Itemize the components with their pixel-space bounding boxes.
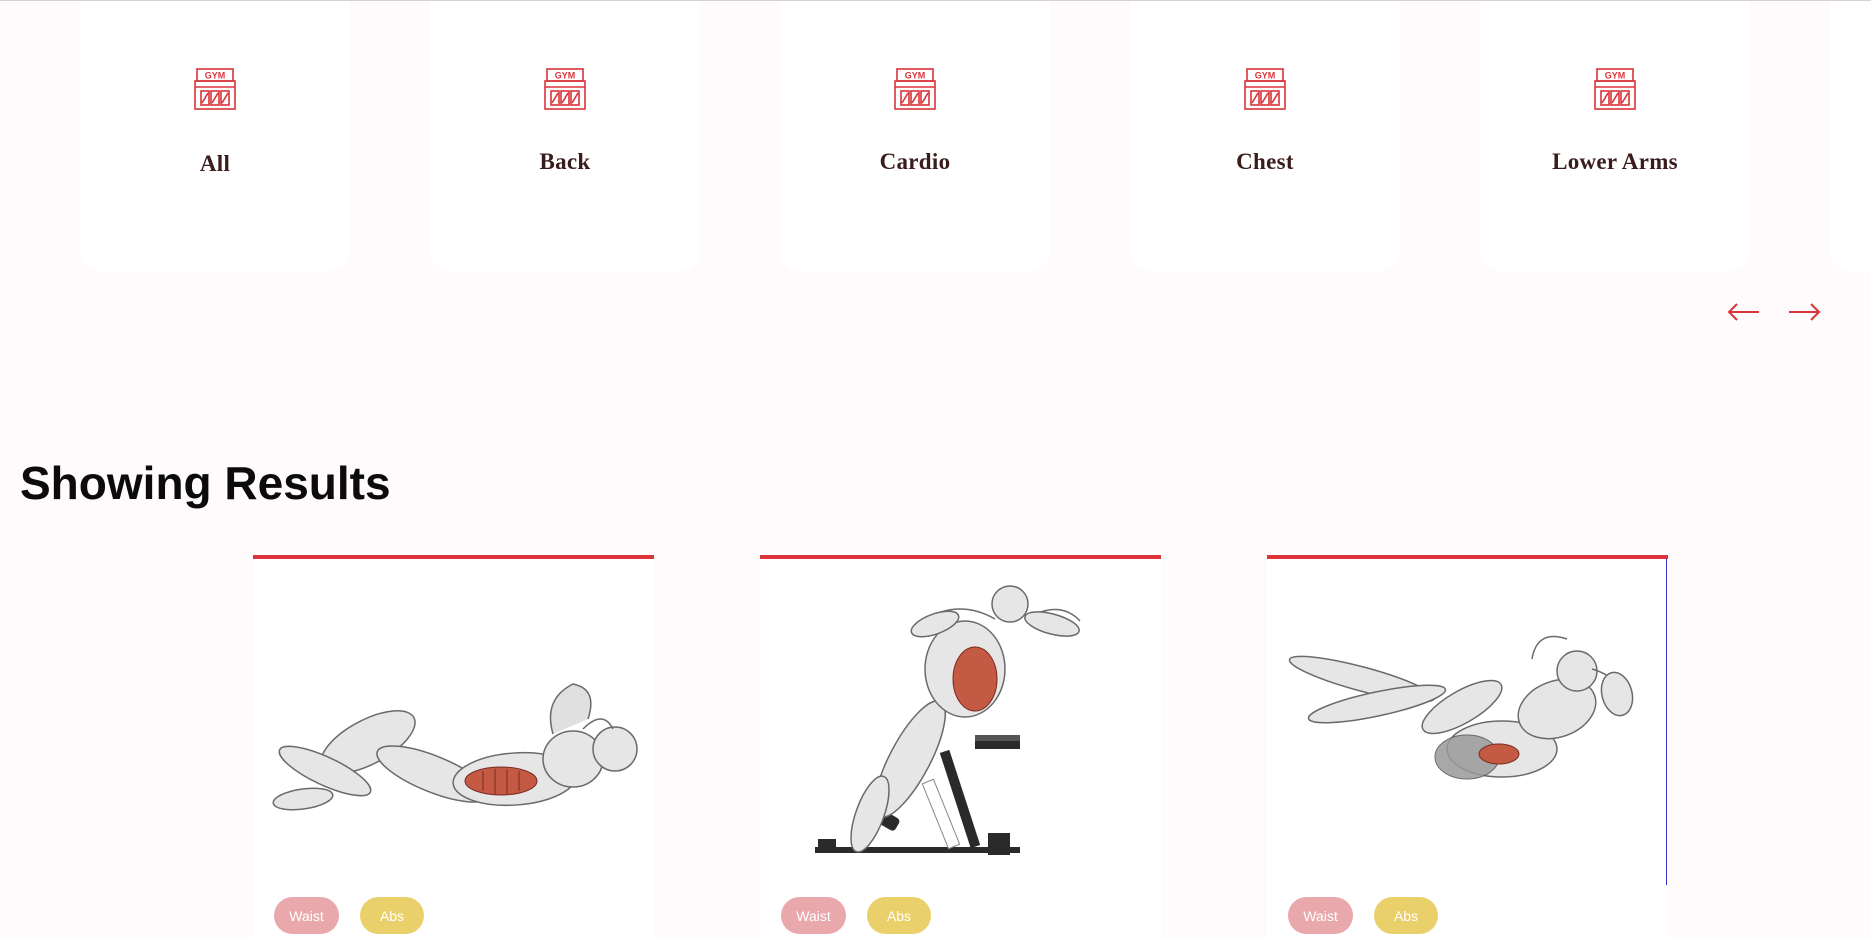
gym-icon: GYM xyxy=(194,68,236,110)
focus-outline xyxy=(1666,559,1667,885)
body-part-tag[interactable]: Waist xyxy=(1288,897,1353,934)
results-heading: Showing Results xyxy=(20,457,391,509)
category-card-chest[interactable]: GYM Chest xyxy=(1130,1,1400,271)
gym-icon: GYM xyxy=(1244,68,1286,110)
svg-text:GYM: GYM xyxy=(1605,71,1626,81)
body-part-tag[interactable]: Waist xyxy=(274,897,339,934)
svg-text:GYM: GYM xyxy=(905,71,926,81)
body-part-tag[interactable]: Waist xyxy=(781,897,846,934)
gym-icon: GYM xyxy=(544,68,586,110)
svg-text:GYM: GYM xyxy=(205,71,226,81)
exercise-card[interactable]: Waist Abs xyxy=(760,555,1161,938)
category-card-cardio[interactable]: GYM Cardio xyxy=(780,1,1050,271)
category-card-back[interactable]: GYM Back xyxy=(430,1,700,271)
scroll-prev-button[interactable] xyxy=(1726,297,1762,327)
exercise-image xyxy=(272,683,638,811)
exercise-card[interactable]: Waist Abs xyxy=(1267,555,1668,938)
exercise-image xyxy=(815,585,1081,855)
target-tag[interactable]: Abs xyxy=(1374,897,1438,934)
category-card-all[interactable]: GYM All xyxy=(80,1,350,271)
gym-icon: GYM xyxy=(1594,68,1636,110)
gym-icon: GYM xyxy=(894,68,936,110)
exercise-image xyxy=(1288,635,1634,780)
category-scroller[interactable]: GYM All GYM Back GYM Cardio GYM Chest GY… xyxy=(0,1,1871,271)
category-label: Cardio xyxy=(879,149,951,174)
svg-text:GYM: GYM xyxy=(555,71,576,81)
category-label: Back xyxy=(539,149,591,174)
arrow-right-icon xyxy=(1789,303,1821,321)
tag-row: Waist Abs xyxy=(274,897,424,934)
scroll-next-button[interactable] xyxy=(1786,297,1822,327)
category-label: All xyxy=(199,151,231,176)
tag-row: Waist Abs xyxy=(781,897,931,934)
target-tag[interactable]: Abs xyxy=(360,897,424,934)
arrow-left-icon xyxy=(1727,303,1759,321)
svg-text:GYM: GYM xyxy=(1255,71,1276,81)
category-card-partial[interactable] xyxy=(1830,1,1871,271)
target-tag[interactable]: Abs xyxy=(867,897,931,934)
category-label: Lower Arms xyxy=(1552,149,1678,174)
category-card-lower-arms[interactable]: GYM Lower Arms xyxy=(1480,1,1750,271)
tag-row: Waist Abs xyxy=(1288,897,1438,934)
category-label: Chest xyxy=(1236,149,1294,174)
exercise-card[interactable]: Waist Abs xyxy=(253,555,654,938)
